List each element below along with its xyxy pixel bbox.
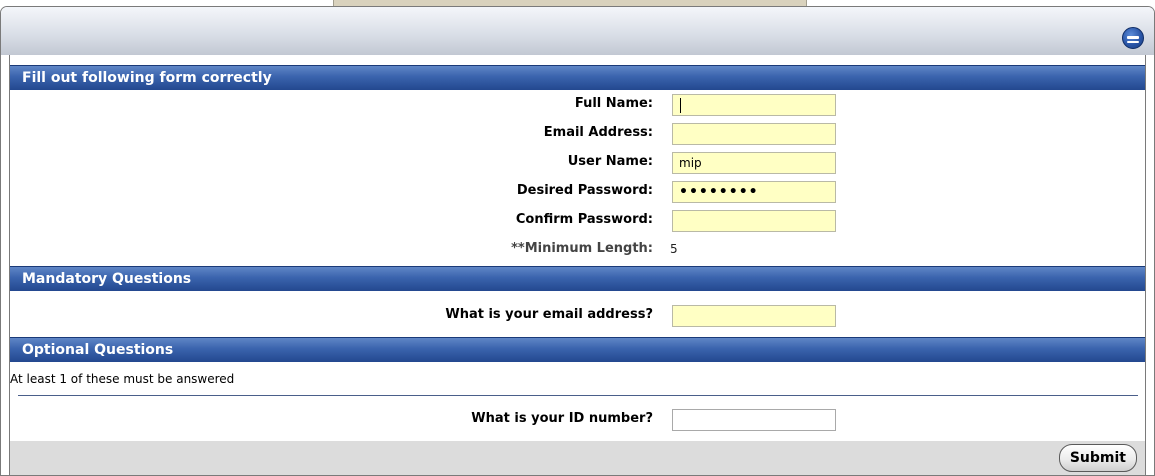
section-header-optional: Optional Questions: [10, 337, 1145, 362]
min-length-label: **Minimum Length:: [511, 241, 653, 256]
form-footer: Submit: [10, 441, 1145, 475]
row-mandatory-q1: What is your email address?: [10, 303, 1145, 327]
registration-panel: Fill out following form correctly Full N…: [0, 6, 1155, 476]
row-optional-q1: What is your ID number?: [10, 407, 1145, 431]
min-length-value: 5: [670, 242, 678, 256]
confirm-password-label: Confirm Password:: [515, 212, 653, 227]
user-name-field[interactable]: mip: [672, 152, 836, 174]
row-min-length: **Minimum Length: 5: [10, 237, 1145, 261]
section-header-mandatory: Mandatory Questions: [10, 266, 1145, 291]
mandatory-email-answer-field[interactable]: [672, 305, 836, 327]
id-number-field[interactable]: [672, 409, 836, 431]
row-optional-note: At least 1 of these must be answered: [10, 367, 1145, 391]
collapse-icon[interactable]: [1122, 27, 1144, 49]
full-name-label: Full Name:: [574, 96, 653, 111]
row-confirm-password: Confirm Password:: [10, 208, 1145, 232]
optional-note: At least 1 of these must be answered: [10, 372, 235, 386]
email-field[interactable]: [672, 123, 836, 145]
mandatory-q1-label: What is your email address?: [445, 307, 653, 322]
row-email: Email Address:: [10, 121, 1145, 145]
password-label: Desired Password:: [516, 183, 653, 198]
optional-q1-label: What is your ID number?: [471, 411, 653, 426]
text-caret: [680, 98, 681, 113]
optional-divider: [18, 395, 1138, 396]
row-user-name: User Name: mip: [10, 150, 1145, 174]
panel-titlebar: [1, 7, 1154, 55]
password-field[interactable]: ••••••••: [672, 181, 836, 203]
email-label: Email Address:: [543, 125, 653, 140]
row-password: Desired Password: ••••••••: [10, 179, 1145, 203]
full-name-field[interactable]: [672, 94, 836, 116]
form-content: Fill out following form correctly Full N…: [9, 55, 1146, 475]
row-full-name: Full Name:: [10, 92, 1145, 116]
user-name-label: User Name:: [567, 154, 653, 169]
section-header-account: Fill out following form correctly: [10, 65, 1145, 90]
confirm-password-field[interactable]: [672, 210, 836, 232]
submit-button[interactable]: Submit: [1058, 444, 1137, 472]
